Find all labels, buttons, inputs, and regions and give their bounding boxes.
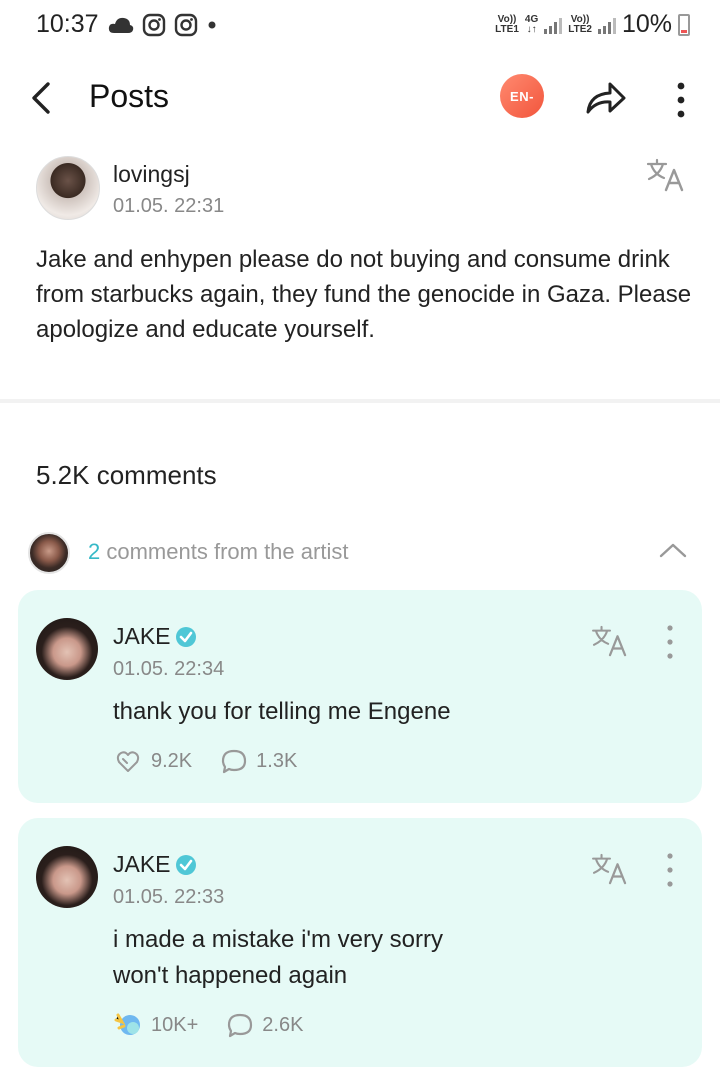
battery-icon (678, 13, 690, 36)
page-title: Posts (89, 78, 170, 114)
network-indicator-2: Vo)) LTE2 (568, 13, 592, 35)
network-type: 4G ↓↑ (524, 13, 539, 35)
artist-comment-card: JAKE 01.05. 22:34 thank you for telling … (18, 590, 702, 803)
like-button[interactable]: 9.2K (113, 748, 192, 774)
status-time: 10:37 (36, 10, 99, 38)
post-date: 01.05. 22:31 (113, 195, 225, 217)
chevron-up-icon[interactable] (658, 538, 688, 562)
app-bar: Posts EN- (0, 60, 720, 136)
translate-icon[interactable] (590, 625, 630, 657)
like-icon (116, 751, 140, 772)
comments-count: 5.2K comments (36, 460, 217, 490)
comment-author[interactable]: JAKE (113, 851, 197, 878)
avatar[interactable] (36, 846, 98, 908)
share-icon[interactable] (584, 78, 628, 118)
signal-icon (597, 16, 616, 34)
divider (0, 399, 720, 403)
like-button[interactable]: 10K+ (113, 1012, 198, 1038)
comment-date: 01.05. 22:34 (113, 658, 225, 680)
reply-button[interactable]: 1.3K (220, 748, 297, 774)
cloud-icon (108, 17, 134, 33)
avatar (28, 532, 70, 574)
artist-comments-toggle[interactable]: 2 comments from the artist (28, 532, 692, 576)
artist-comment-card: JAKE 01.05. 22:33 i made a mistake i'm v… (18, 818, 702, 1067)
comment-stats: 10K+ 2.6K (113, 1012, 331, 1038)
instagram-icon (174, 13, 198, 37)
more-options-icon[interactable] (660, 622, 680, 662)
battery-percent: 10% (621, 10, 672, 38)
more-options-icon[interactable] (670, 78, 692, 122)
like-filled-icon (114, 1013, 140, 1035)
post-username[interactable]: lovingsj (113, 161, 190, 188)
comment-bubble-icon (222, 749, 247, 774)
translate-icon[interactable] (590, 853, 630, 885)
comment-date: 01.05. 22:33 (113, 886, 225, 908)
comment-text: thank you for telling me Engene (113, 698, 451, 725)
signal-icon (544, 16, 563, 34)
comment-bubble-icon (228, 1013, 253, 1038)
network-indicator-1: Vo)) LTE1 (495, 13, 519, 35)
verified-badge-icon (175, 626, 196, 647)
post-body: Jake and enhypen please do not buying an… (36, 246, 692, 343)
status-bar: 10:37 Vo)) LTE1 4G ↓↑ Vo)) LTE2 10% (0, 0, 720, 54)
artist-comments-label: 2 comments from the artist (88, 539, 349, 564)
verified-badge-icon (175, 854, 196, 875)
community-badge[interactable]: EN- (500, 74, 544, 118)
reply-button[interactable]: 2.6K (226, 1012, 303, 1038)
status-notification-icons (108, 12, 218, 38)
back-arrow-icon[interactable] (26, 78, 58, 118)
instagram-icon (142, 13, 166, 37)
avatar[interactable] (36, 156, 100, 220)
dot-icon (208, 21, 216, 29)
comment-text: i made a mistake i'm very sorry won't ha… (113, 926, 443, 989)
comment-stats: 9.2K 1.3K (113, 748, 325, 774)
comment-author[interactable]: JAKE (113, 623, 197, 650)
more-options-icon[interactable] (660, 850, 680, 890)
translate-icon[interactable] (646, 158, 686, 192)
avatar[interactable] (36, 618, 98, 680)
status-right: Vo)) LTE1 4G ↓↑ Vo)) LTE2 10% (495, 10, 690, 39)
